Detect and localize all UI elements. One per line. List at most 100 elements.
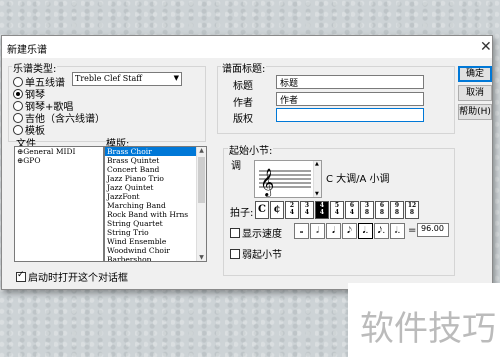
template-item[interactable]: Rock Band with Hrns bbox=[105, 210, 206, 219]
scrollbar-thumb[interactable] bbox=[198, 157, 205, 203]
window-title: 新建乐谱 bbox=[7, 45, 47, 56]
staff-select[interactable]: Treble Clef Staff ▼ bbox=[72, 72, 182, 86]
show-on-startup-checkbox[interactable]: 启动时打开这个对话框 bbox=[16, 269, 128, 284]
pickup-measure-checkbox[interactable]: 弱起小节 bbox=[230, 246, 282, 261]
copyright-field[interactable] bbox=[276, 108, 424, 122]
tempo-note-row: 𝅝 𝅗𝅥 𝅘𝅥 𝅘𝅥𝅮 𝅘𝅥. 𝅘𝅥𝅮. 𝅗𝅥. bbox=[294, 223, 406, 239]
list-item[interactable]: ⊕General MIDI bbox=[15, 147, 103, 156]
radio-indicator[interactable] bbox=[13, 125, 23, 135]
time-signature-button[interactable]: 98 bbox=[390, 201, 404, 219]
watermark: 软件技巧 bbox=[348, 283, 500, 357]
files-list[interactable]: ⊕General MIDI ⊕GPO bbox=[14, 146, 104, 262]
close-icon[interactable]: ✕ bbox=[480, 39, 492, 55]
time-signature-symbol: ¢ bbox=[273, 204, 281, 215]
scroll-down-icon[interactable]: ▼ bbox=[197, 254, 206, 261]
ok-button[interactable]: 确定 bbox=[458, 66, 492, 82]
template-item[interactable]: JazzFont bbox=[105, 192, 206, 201]
scroll-up-icon[interactable]: ▲ bbox=[315, 161, 319, 167]
tempo-note-button[interactable]: 𝅘𝅥𝅮 bbox=[342, 223, 357, 239]
tempo-note-button[interactable]: 𝅗𝅥 bbox=[310, 223, 325, 239]
time-signature-button[interactable]: 12 8 bbox=[405, 201, 419, 219]
treble-clef-icon: 𝄞 bbox=[260, 168, 274, 197]
treble-clef-staff: 𝄞 bbox=[259, 168, 311, 197]
time-signature-button[interactable]: ¢ bbox=[270, 201, 284, 219]
show-tempo-checkbox[interactable]: 显示速度 bbox=[230, 225, 282, 240]
tempo-note-button[interactable]: 𝅗𝅥. bbox=[390, 223, 405, 239]
staff-select-value: Treble Clef Staff bbox=[75, 74, 142, 83]
time-signature-button[interactable]: 44 bbox=[315, 201, 329, 219]
time-signature-top: 12 bbox=[407, 202, 417, 209]
template-item[interactable]: Brass Choir bbox=[105, 147, 206, 156]
tempo-note-button[interactable]: 𝅘𝅥 bbox=[326, 223, 341, 239]
title-field-label: 标题 bbox=[233, 81, 253, 92]
time-signature-bottom: 4 bbox=[304, 209, 310, 216]
key-scrollbar[interactable]: ▲ ▼ bbox=[313, 161, 321, 197]
time-signature-top: 3 bbox=[364, 202, 370, 209]
key-signature-preview[interactable]: 𝄞 ▲ ▼ bbox=[254, 160, 322, 198]
tempo-value-field[interactable]: 96.00 bbox=[417, 223, 449, 237]
composer-field[interactable]: 作者 bbox=[276, 92, 424, 106]
time-signature-bottom: 8 bbox=[379, 209, 385, 216]
scroll-up-icon[interactable]: ▲ bbox=[197, 147, 206, 154]
key-value: C 大调/A 小调 bbox=[326, 174, 390, 185]
watermark-text: 软件技巧 bbox=[360, 309, 496, 349]
time-signature-button[interactable]: 64 bbox=[345, 201, 359, 219]
time-signature-button[interactable]: C bbox=[255, 201, 269, 219]
templates-list[interactable]: Brass Choir Brass Quintet Concert Band Jazz… bbox=[104, 146, 207, 262]
time-signature-button[interactable]: 54 bbox=[330, 201, 344, 219]
time-signature-top: 5 bbox=[334, 202, 340, 209]
time-signature-button[interactable]: 34 bbox=[300, 201, 314, 219]
checkbox-indicator[interactable] bbox=[230, 249, 240, 259]
template-item[interactable]: Concert Band bbox=[105, 165, 206, 174]
time-signature-bottom: 8 bbox=[394, 209, 400, 216]
list-item-label: GPO bbox=[23, 156, 41, 165]
template-item[interactable]: Brass Quintet bbox=[105, 156, 206, 165]
new-score-dialog: 新建乐谱 ✕ 乐谱类型: 单五线谱 Treble Clef Staff ▼ 钢琴… bbox=[1, 35, 493, 290]
template-item[interactable]: Woodwind Choir bbox=[105, 246, 206, 255]
scrollbar[interactable]: ▲ ▼ bbox=[196, 147, 206, 261]
checkbox-indicator[interactable] bbox=[230, 228, 240, 238]
time-signature-top: 9 bbox=[394, 202, 400, 209]
template-item[interactable]: Jazz Piano Trio bbox=[105, 174, 206, 183]
time-signature-top: 4 bbox=[319, 202, 325, 209]
time-signature-bottom: 4 bbox=[334, 209, 340, 216]
show-on-startup-label: 启动时打开这个对话框 bbox=[28, 273, 128, 284]
tempo-value: 96.00 bbox=[421, 224, 444, 233]
time-signature-bottom: 8 bbox=[409, 209, 415, 216]
staff-type-label: 乐谱类型: bbox=[12, 60, 58, 75]
scroll-down-icon[interactable]: ▼ bbox=[315, 191, 319, 197]
template-item[interactable]: Barbershop bbox=[105, 255, 206, 261]
tempo-note-button[interactable]: 𝅘𝅥. bbox=[358, 223, 373, 239]
template-item[interactable]: Marching Band bbox=[105, 201, 206, 210]
time-signature-button[interactable]: 24 bbox=[285, 201, 299, 219]
time-signature-top: 6 bbox=[379, 202, 385, 209]
list-item-label: General MIDI bbox=[23, 147, 76, 156]
pickup-label: 弱起小节 bbox=[242, 250, 282, 261]
template-item[interactable]: String Trio bbox=[105, 228, 206, 237]
template-item[interactable]: String Quartet bbox=[105, 219, 206, 228]
title-field-value: 标题 bbox=[280, 79, 299, 89]
time-signature-bottom: 4 bbox=[349, 209, 355, 216]
time-signature-bottom: 4 bbox=[289, 209, 295, 216]
time-signature-button[interactable]: 38 bbox=[360, 201, 374, 219]
checkbox-indicator[interactable] bbox=[16, 270, 26, 282]
template-item[interactable]: Jazz Quintet bbox=[105, 183, 206, 192]
list-item[interactable]: ⊕GPO bbox=[15, 156, 103, 165]
key-label: 调 bbox=[231, 161, 241, 172]
composer-field-value: 作者 bbox=[280, 96, 299, 106]
tempo-note-button[interactable]: 𝅘𝅥𝅮. bbox=[374, 223, 389, 239]
chevron-down-icon: ▼ bbox=[173, 74, 179, 82]
time-signature-top: 3 bbox=[304, 202, 310, 209]
help-button[interactable]: 帮助(H) bbox=[458, 104, 492, 120]
time-signature-button[interactable]: 68 bbox=[375, 201, 389, 219]
cancel-button[interactable]: 取消 bbox=[458, 85, 492, 101]
show-tempo-label: 显示速度 bbox=[242, 229, 282, 240]
start-measure-label: 起始小节: bbox=[228, 142, 274, 157]
time-signature-bottom: 8 bbox=[364, 209, 370, 216]
tempo-equals: = bbox=[408, 225, 417, 236]
copyright-field-label: 版权 bbox=[233, 114, 253, 125]
composer-field-label: 作者 bbox=[233, 98, 253, 109]
template-item[interactable]: Wind Ensemble bbox=[105, 237, 206, 246]
tempo-note-button[interactable]: 𝅝 bbox=[294, 223, 309, 239]
title-field[interactable]: 标题 bbox=[276, 75, 424, 89]
